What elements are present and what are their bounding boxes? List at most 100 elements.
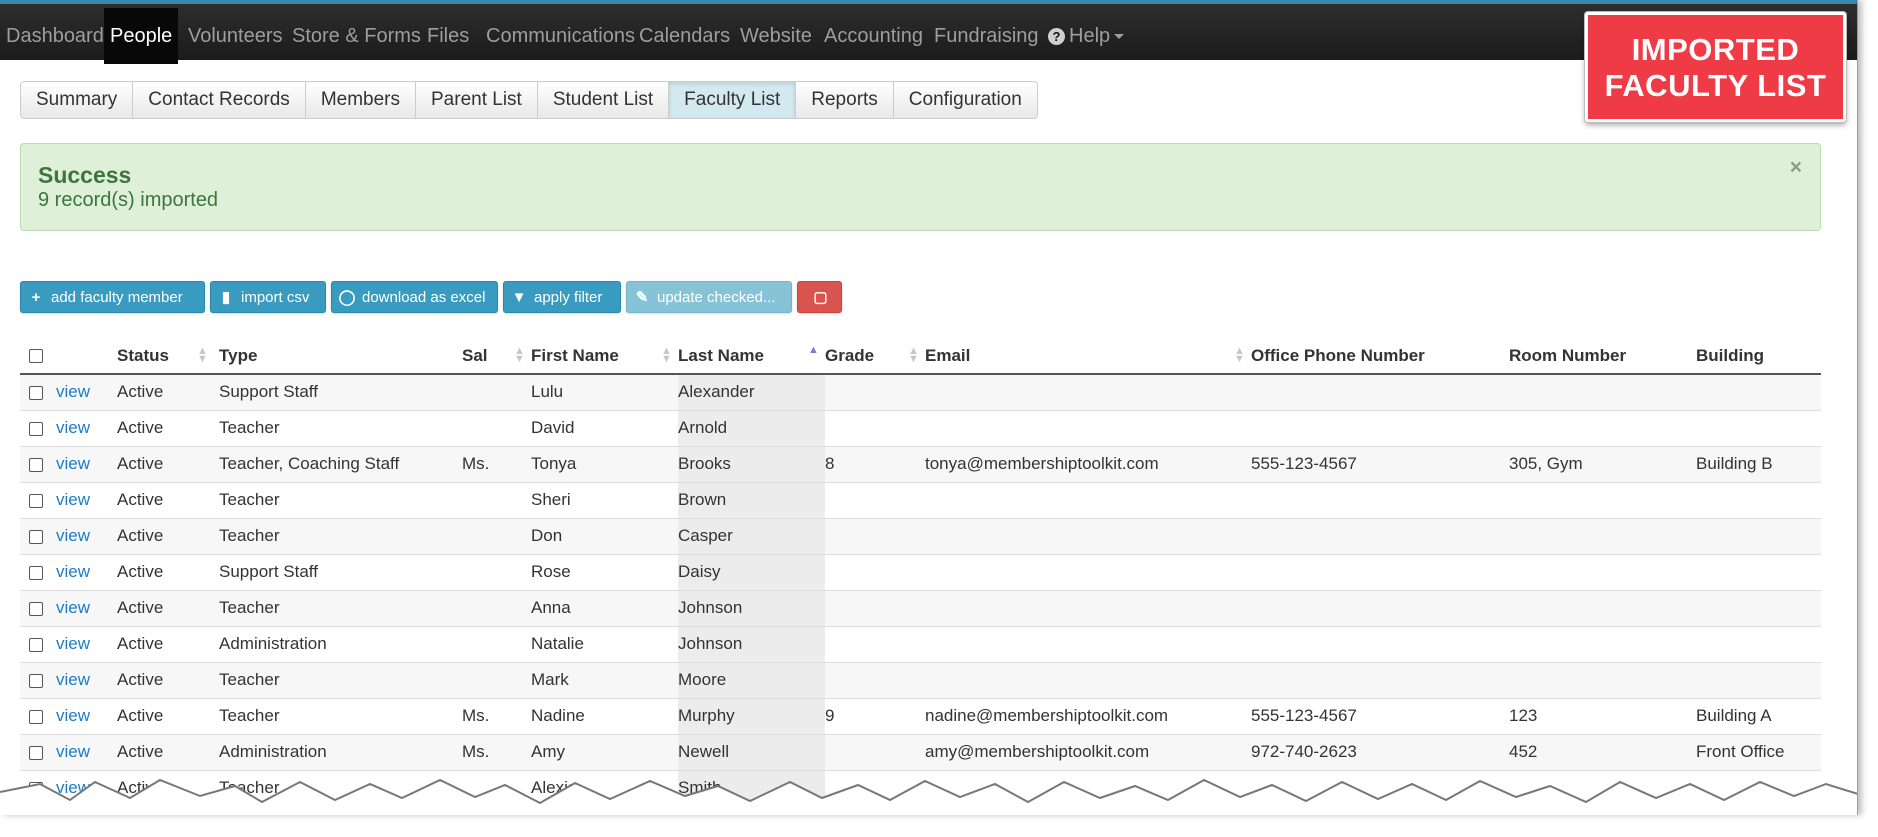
tab-student-list[interactable]: Student List	[537, 82, 670, 118]
cell-status: Active	[117, 373, 219, 410]
nav-files[interactable]: Files	[421, 8, 475, 64]
header-sal[interactable]: Sal ▲ ▼	[462, 338, 531, 375]
view-link[interactable]: view	[56, 634, 90, 653]
nav-volunteers[interactable]: Volunteers	[182, 8, 289, 64]
view-link[interactable]: view	[56, 670, 90, 689]
apply-filter-button[interactable]: ▼ apply filter	[503, 281, 621, 313]
row-checkbox[interactable]	[29, 601, 43, 616]
row-checkbox[interactable]	[29, 457, 43, 472]
view-link[interactable]: view	[56, 382, 90, 401]
nav-store-forms[interactable]: Store & Forms	[286, 8, 427, 64]
table-row: view Active Teacher David Arnold	[20, 409, 1821, 446]
tab-parent-list[interactable]: Parent List	[416, 82, 538, 118]
row-view-cell: view	[56, 733, 117, 770]
cell-status: Active	[117, 625, 219, 662]
cell-email[interactable]	[925, 625, 1251, 662]
header-type[interactable]: Type	[219, 338, 462, 375]
row-view-cell: view	[56, 661, 117, 698]
cell-grade: 8	[825, 445, 925, 482]
cell-building: Building B	[1696, 445, 1821, 482]
view-link[interactable]: view	[56, 742, 90, 761]
cell-email[interactable]: amy@membershiptoolkit.com	[925, 733, 1251, 770]
tab-summary[interactable]: Summary	[21, 82, 134, 118]
add-faculty-member-button[interactable]: + add faculty member	[20, 281, 205, 313]
cell-email[interactable]	[925, 553, 1251, 590]
row-checkbox[interactable]	[29, 565, 43, 580]
cell-email[interactable]	[925, 661, 1251, 698]
tab-configuration[interactable]: Configuration	[893, 82, 1037, 118]
row-checkbox[interactable]	[29, 637, 43, 652]
nav-fundraising[interactable]: Fundraising	[928, 8, 1045, 64]
header-room-number[interactable]: Room Number	[1509, 338, 1696, 375]
cell-email[interactable]	[925, 481, 1251, 518]
cell-phone: 555-123-4567	[1251, 445, 1509, 482]
cell-phone	[1251, 661, 1509, 698]
nav-accounting[interactable]: Accounting	[818, 8, 929, 64]
view-link[interactable]: view	[56, 418, 90, 437]
download-excel-button[interactable]: ◯ download as excel	[331, 281, 498, 313]
view-link[interactable]: view	[56, 598, 90, 617]
cell-sal	[462, 517, 531, 554]
nav-website[interactable]: Website	[734, 8, 818, 64]
row-checkbox[interactable]	[29, 529, 43, 544]
header-building[interactable]: Building	[1696, 338, 1821, 375]
row-checkbox[interactable]	[29, 493, 43, 508]
tab-members[interactable]: Members	[305, 82, 416, 118]
torn-edge-decoration	[0, 778, 1857, 815]
sort-ascending-icon: ▲	[808, 344, 819, 356]
alert-message: 9 record(s) imported	[38, 189, 219, 211]
update-checked-button[interactable]: ✎ update checked...	[626, 281, 792, 313]
header-email[interactable]: Email ▲ ▼	[925, 338, 1251, 375]
select-all-checkbox[interactable]	[29, 349, 43, 364]
tab-faculty-list[interactable]: Faculty List	[669, 82, 797, 118]
cell-phone	[1251, 409, 1509, 446]
row-checkbox[interactable]	[29, 709, 43, 724]
view-link[interactable]: view	[56, 490, 90, 509]
nav-communications[interactable]: Communications	[480, 8, 641, 64]
nav-help[interactable]: ? Help	[1042, 8, 1130, 64]
import-csv-button[interactable]: ▮ import csv	[210, 281, 326, 313]
imported-faculty-list-callout: IMPORTED FACULTY LIST	[1585, 12, 1846, 122]
cell-email[interactable]: tonya@membershiptoolkit.com	[925, 445, 1251, 482]
header-office-phone[interactable]: Office Phone Number	[1251, 338, 1509, 375]
app-page: Dashboard People Volunteers Store & Form…	[0, 0, 1858, 815]
close-icon[interactable]: ×	[1790, 156, 1802, 180]
row-checkbox[interactable]	[29, 385, 43, 400]
cell-email[interactable]	[925, 517, 1251, 554]
header-last-name[interactable]: Last Name ▲	[678, 338, 825, 375]
people-subnav: Summary Contact Records Members Parent L…	[20, 81, 1038, 119]
header-grade-label: Grade	[825, 345, 875, 365]
row-checkbox[interactable]	[29, 421, 43, 436]
nav-dashboard[interactable]: Dashboard	[0, 8, 110, 64]
nav-people[interactable]: People	[104, 8, 179, 64]
question-circle-icon: ?	[1048, 28, 1065, 45]
header-status[interactable]: Status ▲ ▼	[117, 338, 219, 375]
view-link[interactable]: view	[56, 706, 90, 725]
cell-type: Support Staff	[219, 553, 462, 590]
cell-email[interactable]	[925, 409, 1251, 446]
view-link[interactable]: view	[56, 526, 90, 545]
row-checkbox[interactable]	[29, 673, 43, 688]
select-all-cell	[20, 338, 56, 375]
cell-status: Active	[117, 661, 219, 698]
delete-button[interactable]: ▢	[797, 281, 842, 313]
row-checkbox[interactable]	[29, 745, 43, 760]
cell-email[interactable]	[925, 589, 1251, 626]
tab-contact-records[interactable]: Contact Records	[133, 82, 306, 118]
cell-email[interactable]	[925, 373, 1251, 410]
cell-email[interactable]: nadine@membershiptoolkit.com	[925, 697, 1251, 734]
row-select-cell	[20, 625, 56, 662]
cell-type: Teacher	[219, 517, 462, 554]
header-grade[interactable]: Grade ▲ ▼	[825, 338, 925, 375]
tab-reports[interactable]: Reports	[796, 82, 894, 118]
row-select-cell	[20, 661, 56, 698]
header-sal-label: Sal	[462, 345, 488, 365]
view-link[interactable]: view	[56, 454, 90, 473]
cell-building	[1696, 661, 1821, 698]
header-first-name[interactable]: First Name ▲ ▼	[531, 338, 678, 375]
row-view-cell: view	[56, 517, 117, 554]
row-view-cell: view	[56, 553, 117, 590]
cell-type: Teacher, Coaching Staff	[219, 445, 462, 482]
view-link[interactable]: view	[56, 562, 90, 581]
nav-calendars[interactable]: Calendars	[633, 8, 736, 64]
